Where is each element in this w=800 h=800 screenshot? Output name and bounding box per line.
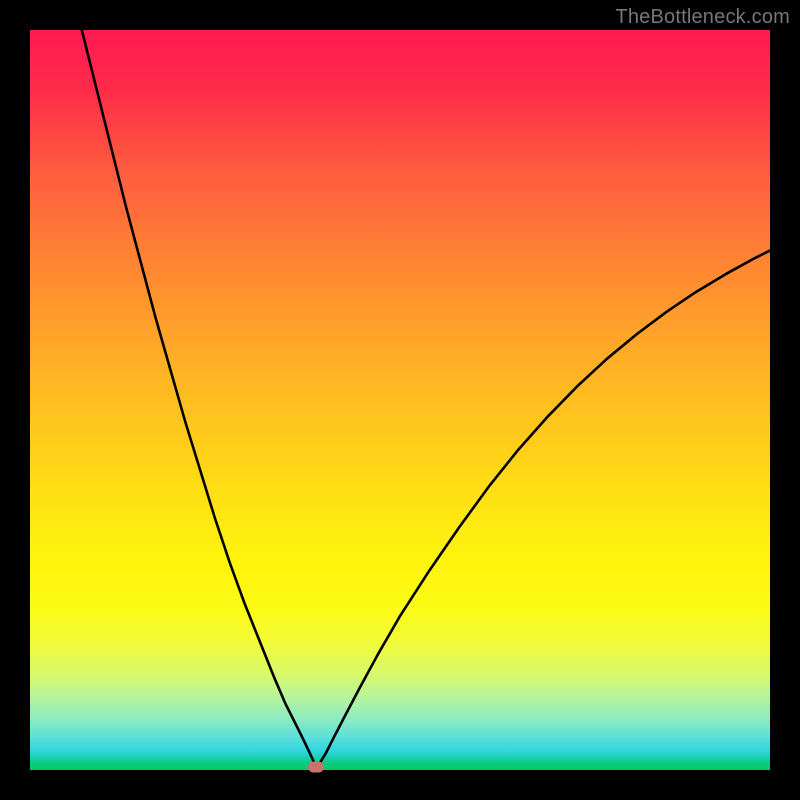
plot-area: [30, 30, 770, 770]
chart-container: TheBottleneck.com: [0, 0, 800, 800]
bottleneck-curve-right: [316, 251, 770, 768]
curve-svg: [30, 30, 770, 770]
watermark-text: TheBottleneck.com: [615, 6, 790, 29]
bottleneck-marker: [308, 762, 324, 773]
bottleneck-curve-left: [82, 30, 317, 767]
